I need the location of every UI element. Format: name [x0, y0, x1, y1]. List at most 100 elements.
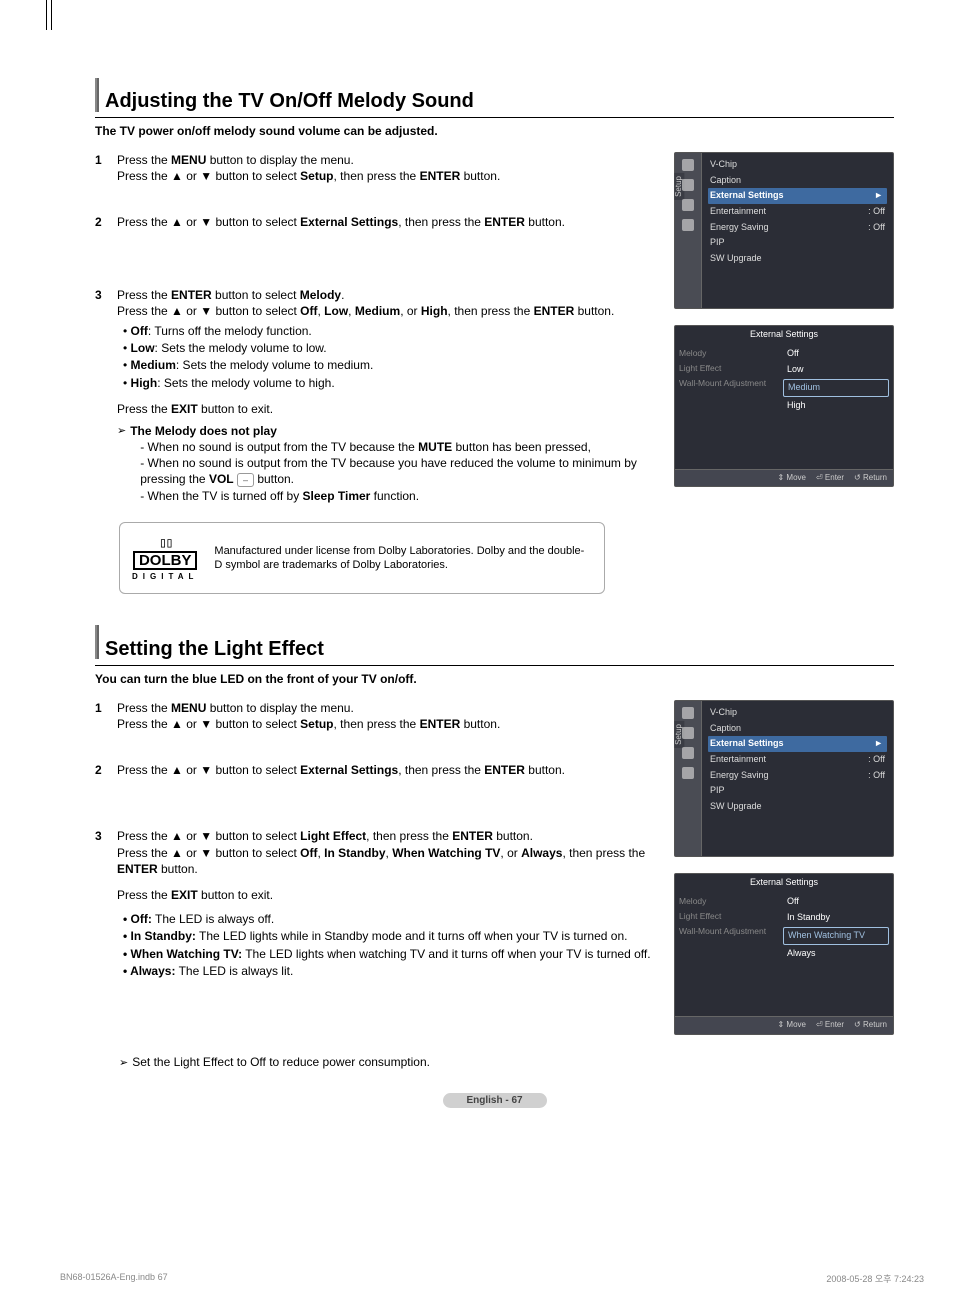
t: Set the Light Effect to Off to reduce po… [132, 1055, 430, 1071]
osd-icon [682, 747, 694, 759]
t: The LED is always lit. [175, 964, 293, 978]
t: Off [131, 324, 148, 338]
t: External Settings [710, 190, 784, 202]
t: button. [574, 304, 614, 318]
t: The LED lights when watching TV and it t… [242, 947, 650, 961]
t: Melody [300, 288, 341, 302]
t: In Standby [131, 929, 192, 943]
t: Press the [117, 888, 171, 902]
t: EXIT [171, 888, 198, 902]
t: ENTER [171, 288, 212, 302]
step-number: 2 [95, 762, 107, 778]
arrow-icon: ➢ [117, 423, 126, 504]
print-marks: BN68-01526A-Eng.indb 67 2008-05-28 오후 7:… [60, 1272, 924, 1285]
t: Press the ▲ or ▼ button to select [117, 846, 300, 860]
t: - When the TV is turned off by [140, 489, 302, 503]
t: : Off [868, 770, 885, 782]
osd-icon [682, 199, 694, 211]
step-number: 3 [95, 287, 107, 506]
osd-highlight: External Settings► [708, 736, 887, 752]
t: Sleep Timer [303, 489, 371, 503]
t: Press the [117, 701, 171, 715]
osd-option: High [783, 398, 889, 414]
t: button to display the menu. [206, 701, 353, 715]
t: function. [370, 489, 419, 503]
t: : Off [868, 754, 885, 766]
t: : Off [868, 222, 885, 234]
t: : Sets the melody volume to medium. [176, 358, 373, 372]
osd-option-selected: Medium [783, 379, 889, 397]
osd-highlight: External Settings► [708, 188, 887, 204]
t: Setup [300, 169, 333, 183]
t: Press the ▲ or ▼ button to select [117, 829, 300, 843]
osd-icon [682, 219, 694, 231]
osd-icon [682, 159, 694, 171]
t: button. [525, 763, 565, 777]
osd-option: In Standby [783, 910, 889, 926]
t: Press the ▲ or ▼ button to select [117, 304, 300, 318]
t: - When no sound is output from the TV be… [140, 440, 418, 454]
t: ENTER [534, 304, 575, 318]
osd-external-panel: External Settings Melody Light Effect Wa… [674, 873, 894, 1035]
t: : Sets the melody volume to high. [157, 376, 334, 390]
osd-option: Off [783, 346, 889, 362]
osd-setup-panel: Setup V-Chip Caption External Settings► … [674, 700, 894, 857]
t: Caption [710, 723, 741, 735]
t: DOLBY [133, 551, 198, 570]
doc-path: BN68-01526A-Eng.indb 67 [60, 1272, 168, 1285]
step-number: 2 [95, 214, 107, 230]
vol-minus-icon: – [237, 473, 254, 487]
t: When Watching TV [131, 947, 239, 961]
t: High [131, 376, 158, 390]
t: Enter [825, 473, 844, 482]
t: ENTER [420, 169, 461, 183]
t: MENU [171, 701, 206, 715]
t: ENTER [484, 215, 525, 229]
t: External Settings [300, 215, 398, 229]
t: Press the [117, 153, 171, 167]
t: ENTER [452, 829, 493, 843]
osd-option: Low [783, 362, 889, 378]
t: , or [400, 304, 421, 318]
t: Press the [117, 402, 171, 416]
t: The LED lights while in Standby mode and… [196, 929, 628, 943]
t: Energy Saving [710, 770, 769, 782]
t: Medium [355, 304, 400, 318]
step-number: 1 [95, 700, 107, 732]
t: : Off [868, 206, 885, 218]
t: button to exit. [198, 402, 273, 416]
t: button to exit. [198, 888, 273, 902]
t: ENTER [484, 763, 525, 777]
heading-text: Setting the Light Effect [105, 638, 324, 661]
osd-sidebar: Setup [675, 701, 702, 856]
t: EXIT [171, 402, 198, 416]
crop-mark [46, 0, 52, 30]
t: MUTE [418, 440, 452, 454]
t: , then press the [334, 169, 420, 183]
t: Off [300, 304, 317, 318]
page-number-pill: English - 67 [443, 1093, 547, 1108]
osd-title: External Settings [675, 874, 893, 892]
t: V-Chip [710, 159, 737, 171]
section-heading-melody: Adjusting the TV On/Off Melody Sound [95, 90, 894, 118]
t: , then press the [366, 829, 452, 843]
osd-icon [682, 179, 694, 191]
t: Wall-Mount Adjustment [679, 376, 779, 391]
t: , then press the [398, 215, 484, 229]
t: MENU [171, 153, 206, 167]
t: Entertainment [710, 754, 766, 766]
heading-marker [95, 78, 99, 112]
bullet-list: • Off: Turns off the melody function. • … [123, 323, 656, 391]
t: DIGITAL [132, 572, 198, 581]
dolby-logo: ▯▯ DOLBY DIGITAL [132, 535, 198, 581]
t: Light Effect [679, 909, 779, 924]
t: button. [158, 862, 198, 876]
t: When Watching TV [392, 846, 500, 860]
t: Entertainment [710, 206, 766, 218]
t: In Standby [324, 846, 385, 860]
section-subtitle: The TV power on/off melody sound volume … [95, 124, 894, 138]
bullet-list: • Off: The LED is always off. • In Stand… [123, 911, 656, 979]
osd-option: Off [783, 894, 889, 910]
osd-sidebar: Setup [675, 153, 702, 308]
t: External Settings [300, 763, 398, 777]
